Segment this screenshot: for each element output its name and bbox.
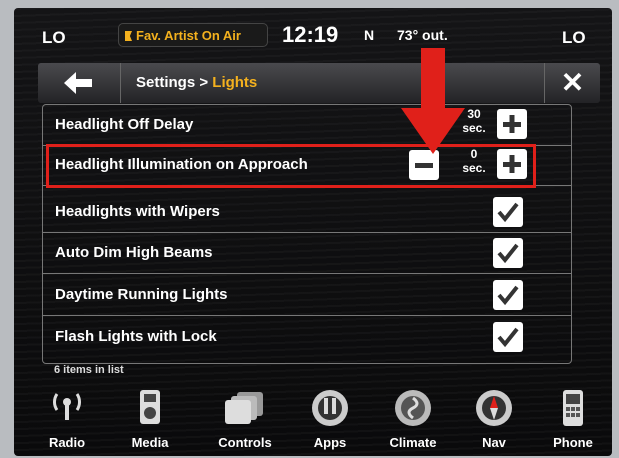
setting-auto-dim-high-beams[interactable]: Auto Dim High Beams	[43, 233, 571, 274]
plus-icon	[503, 115, 521, 133]
checkmark-icon	[497, 243, 519, 264]
lights-settings-list: Headlight Off Delay 30 sec. Headlight Il…	[42, 104, 572, 364]
dock-apps[interactable]: Apps	[295, 384, 365, 454]
compass: N	[364, 27, 375, 43]
dock-label: Radio	[48, 435, 86, 450]
back-arrow-icon	[64, 72, 92, 94]
climate-icon	[395, 390, 431, 426]
back-button[interactable]	[38, 63, 121, 103]
media-icon	[140, 390, 160, 424]
increase-button[interactable]	[497, 109, 527, 139]
dock-nav[interactable]: Nav	[459, 384, 529, 454]
list-count: 6 items in list	[54, 364, 124, 376]
close-button[interactable]: ✕	[544, 63, 600, 103]
setting-label: Daytime Running Lights	[55, 286, 228, 303]
dock-media[interactable]: Media	[115, 384, 185, 454]
dock-radio[interactable]: Radio	[32, 384, 102, 454]
dock-label: Apps	[313, 435, 347, 450]
checkbox[interactable]	[493, 238, 523, 268]
checkbox[interactable]	[493, 197, 523, 227]
radio-icon	[52, 393, 82, 420]
fav-label: Fav. Artist On Air	[136, 28, 241, 43]
phone-icon	[563, 390, 583, 426]
bottom-dock: Radio Media Controls Apps Climate Nav Ph…	[14, 380, 612, 456]
setting-daytime-running-lights[interactable]: Daytime Running Lights	[43, 275, 571, 316]
setting-label: Headlight Off Delay	[55, 116, 194, 133]
right-temp[interactable]: LO	[562, 28, 586, 48]
fav-artist-button[interactable]: Fav. Artist On Air	[118, 23, 268, 47]
breadcrumb: Settings > Lights	[136, 74, 257, 91]
dock-label: Media	[131, 435, 169, 450]
flag-icon	[125, 31, 132, 41]
dock-label: Nav	[482, 435, 506, 450]
setting-headlight-off-delay[interactable]: Headlight Off Delay 30 sec.	[43, 105, 571, 146]
status-bar: LO Fav. Artist On Air 12:19 N 73° out. L…	[14, 8, 612, 58]
outside-temp: 73° out.	[397, 27, 448, 43]
dock-label: Phone	[553, 435, 593, 450]
clock: 12:19	[282, 22, 339, 47]
setting-label: Auto Dim High Beams	[55, 244, 213, 261]
dock-label: Climate	[389, 435, 437, 450]
dock-climate[interactable]: Climate	[378, 384, 448, 454]
setting-headlights-with-wipers[interactable]: Headlights with Wipers	[43, 192, 571, 233]
nav-icon	[476, 390, 512, 426]
breadcrumb-current: Lights	[212, 74, 258, 91]
checkbox[interactable]	[493, 322, 523, 352]
checkmark-icon	[497, 285, 519, 306]
uconnect-screen: LO Fav. Artist On Air 12:19 N 73° out. L…	[14, 8, 612, 456]
checkmark-icon	[497, 327, 519, 348]
breadcrumb-parent: Settings >	[136, 74, 213, 91]
setting-label: Flash Lights with Lock	[55, 328, 217, 345]
controls-icon	[225, 392, 263, 424]
checkbox[interactable]	[493, 280, 523, 310]
dock-label: Controls	[218, 435, 272, 450]
dock-phone[interactable]: Phone	[538, 384, 608, 454]
title-bar: Settings > Lights ✕	[38, 63, 600, 103]
dock-controls[interactable]: Controls	[210, 384, 280, 454]
apps-icon	[312, 390, 348, 426]
red-arrow-icon	[401, 48, 465, 154]
setting-label: Headlights with Wipers	[55, 203, 220, 220]
checkmark-icon	[497, 202, 519, 223]
left-temp[interactable]: LO	[42, 28, 66, 48]
setting-flash-lights-with-lock[interactable]: Flash Lights with Lock	[43, 317, 571, 357]
